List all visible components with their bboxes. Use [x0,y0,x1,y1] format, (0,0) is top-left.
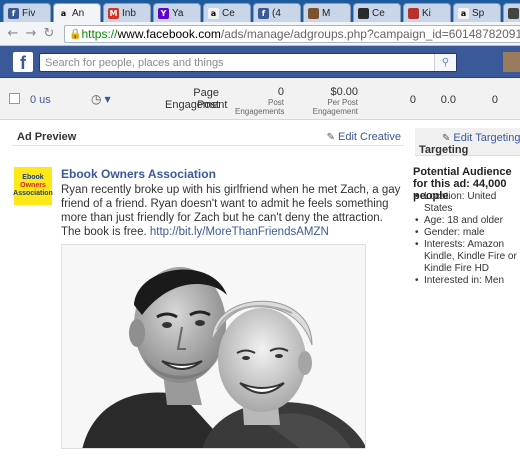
pencil-icon: ✎ [442,133,451,144]
search-input[interactable] [40,54,430,71]
cost-value: $0.00 [330,86,358,98]
engagements-label-1: Post [267,98,284,107]
facebook-icon: f [258,7,269,19]
targeting-list: Location: United StatesAge: 18 and older… [413,191,520,287]
search-icon[interactable]: ⚲ [434,54,456,71]
browser-tab[interactable]: Y Ya [153,3,201,22]
browser-tab-label: Ce [222,7,235,19]
edit-targeting-label: Edit Targeting [453,132,520,144]
reload-icon[interactable]: ↻ [40,26,58,41]
page-icon [508,7,519,19]
browser-tab-label: Fiv [22,7,36,19]
logo-line-1: Ebook [22,174,44,181]
gmail-icon: M [108,7,119,19]
stat-col-b: 0.0 [440,94,456,106]
browser-tab[interactable]: a Sp [453,3,501,22]
url-scheme: https:// [81,27,118,41]
ad-image [61,244,366,449]
ad-preview-header: Ad Preview ✎ Edit Creative [12,128,404,146]
pencil-icon: ✎ [326,132,336,143]
browser-tab-label: Inb [122,7,136,19]
back-arrow-icon[interactable]: ← [4,26,22,41]
targeting-panel-header: ✎ Edit Targeting Targeting [415,128,520,156]
edit-creative-label: Edit Creative [338,131,401,143]
targeting-item: Gender: male [413,227,520,239]
budget-value[interactable]: 0 us [30,94,51,106]
browser-tab-label: M [322,7,331,19]
amazon-icon: a [208,7,219,19]
objective-line2: Engagement [165,99,228,111]
yahoo-icon: Y [158,7,169,19]
targeting-item: Age: 18 and older [413,215,520,227]
forward-arrow-icon[interactable]: → [22,26,40,41]
stat-col-c: 0 [491,94,498,106]
page-icon [358,7,369,19]
ad-body-link[interactable]: http://bit.ly/MoreThanFriendsAMZN [150,226,329,238]
ad-preview-title: Ad Preview [17,131,77,143]
cost-label-1: Per Post [327,98,358,107]
browser-tab-label: Sp [472,7,485,19]
chevron-down-icon: ▼ [104,94,111,104]
browser-tab-label: (4 [272,7,281,19]
browser-tab[interactable]: a Ce [203,3,251,22]
url-path: /ads/manage/adgroups.php?campaign_id=601… [220,27,520,41]
engagements-label-2: Engagements [235,107,285,116]
browser-tab-label: Ki [422,7,431,19]
amazon-icon: a [58,7,69,19]
search-box: ⚲ [39,53,457,72]
browser-tab-label: Ya [172,7,184,19]
browser-toolbar: ← → ↻ 🔒 https://www.facebook.com/ads/man… [0,22,520,46]
browser-tab[interactable]: M [303,3,351,22]
amazon-icon: a [458,7,469,19]
browser-tab-label: An [72,7,85,19]
facebook-logo[interactable]: f [13,52,33,73]
browser-tab[interactable]: a An [53,3,101,22]
targeting-title: Targeting [419,144,469,156]
page-logo[interactable]: Ebook Owners Association [13,167,53,205]
browser-tab[interactable]: M Inb [103,3,151,22]
clock-icon: ◷ [91,92,102,106]
ad-photo-illustration [62,245,365,448]
ad-stats-row: 0 us ◷ ▼ Page Post Engagement 0 Post Eng… [0,78,520,120]
logo-line-3: Association [13,190,53,197]
cost-label-2: Engagement [312,107,358,116]
page-icon [308,7,319,19]
browser-tab-label: Ce [372,7,385,19]
browser-tab[interactable]: f Fiv [3,3,51,22]
edit-creative-link[interactable]: ✎ Edit Creative [327,131,401,143]
address-bar[interactable]: 🔒 https://www.facebook.com/ads/manage/ad… [64,25,520,43]
targeting-item: Location: United States [413,191,520,215]
browser-tab[interactable]: BIG [503,3,520,22]
edit-targeting-link[interactable]: ✎ Edit Targeting [442,132,520,144]
browser-tab-strip: fFivaAnMInbYYaaCef(4MCeKiaSpBIG [0,0,520,22]
page-icon [408,7,419,19]
facebook-icon: f [8,7,19,19]
ad-page-name[interactable]: Ebook Owners Association [61,167,216,181]
targeting-item: Interested in: Men [413,275,520,287]
lock-icon: 🔒 [69,28,82,40]
schedule-dropdown[interactable]: ◷ ▼ [91,92,111,106]
engagements-value: 0 [277,86,284,98]
stat-col-a: 0 [409,94,416,106]
logo-line-2: Owners [20,182,46,189]
url-domain: www.facebook.com [117,27,221,41]
browser-tab[interactable]: f (4 [253,3,301,22]
facebook-header: f ⚲ [0,46,520,78]
ad-body-text: Ryan recently broke up with his girlfrie… [61,183,406,239]
browser-tab[interactable]: Ki [403,3,451,22]
browser-tab[interactable]: Ce [353,3,401,22]
targeting-item: Interests: Amazon Kindle, Kindle Fire or… [413,239,520,275]
avatar[interactable] [503,52,520,72]
row-checkbox[interactable] [9,93,20,104]
ad-body-line2: The book is free. [61,226,150,238]
ad-body-paragraph: Ryan recently broke up with his girlfrie… [61,184,401,224]
